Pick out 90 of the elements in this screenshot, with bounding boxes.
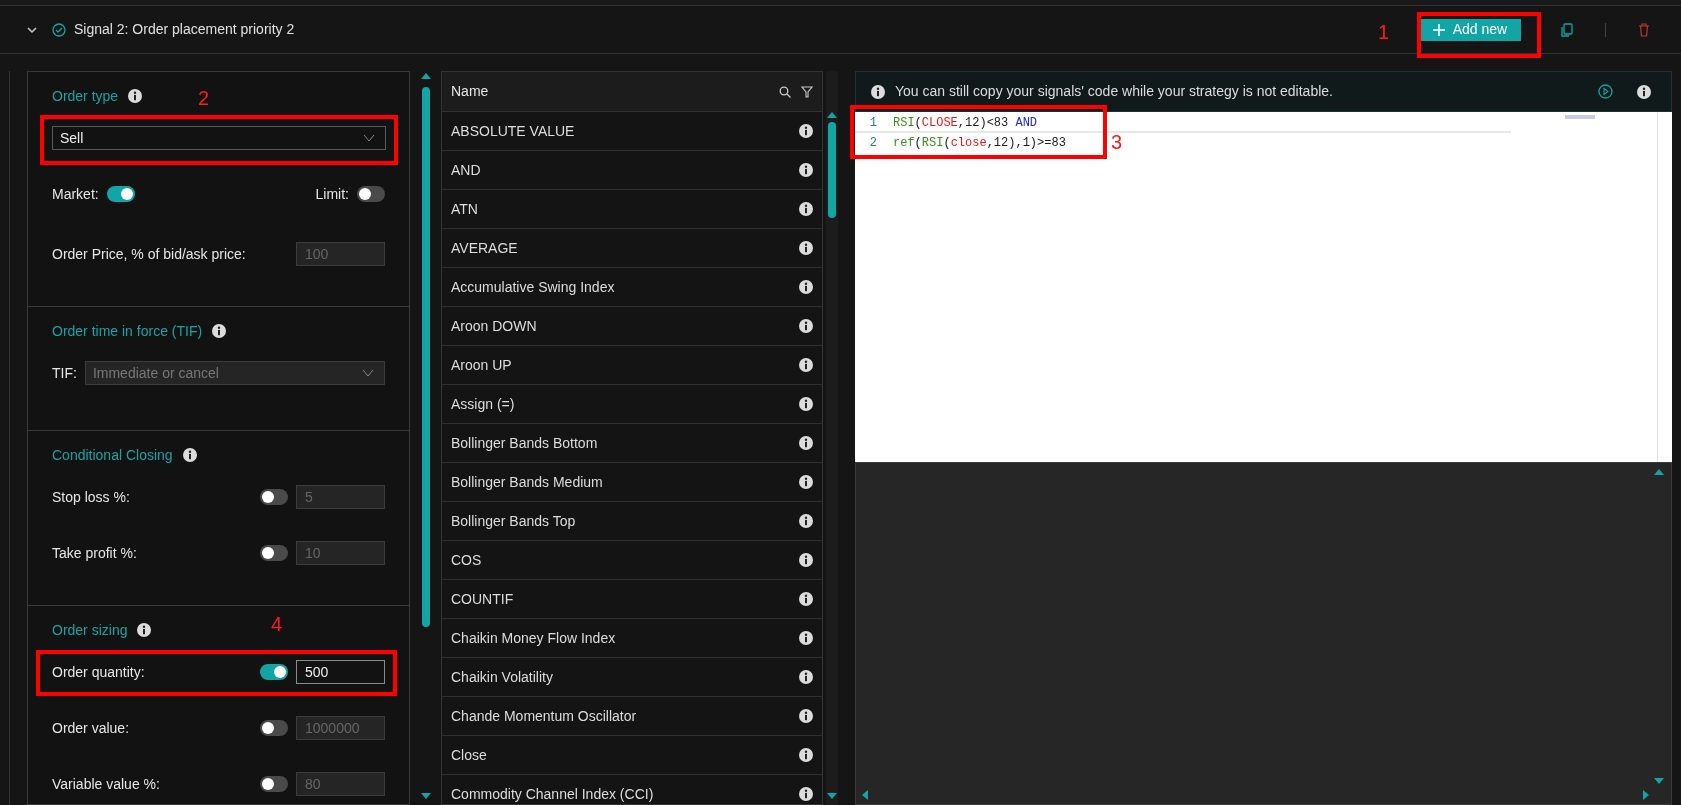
scroll-up-icon[interactable] <box>421 73 431 79</box>
function-name[interactable]: ABSOLUTE VALUE <box>451 120 799 142</box>
check-circle-icon <box>52 22 66 37</box>
field-label: Stop loss %: <box>52 487 131 507</box>
dropdown[interactable]: Sell <box>52 126 386 150</box>
info-icon[interactable] <box>799 163 813 177</box>
plus-icon <box>1432 23 1445 36</box>
scroll-up-icon[interactable] <box>827 112 837 118</box>
function-name[interactable]: COUNTIF <box>451 588 799 610</box>
info-icon[interactable] <box>799 553 813 567</box>
scroll-up-icon[interactable] <box>1654 469 1664 475</box>
scroll-left-icon[interactable] <box>862 790 868 800</box>
play-icon[interactable] <box>1598 84 1613 99</box>
signal-title: Signal 2: Order placement priority 2 <box>74 20 295 39</box>
chevron-down-icon <box>363 134 375 142</box>
line-number: 2 <box>868 134 878 152</box>
scroll-down-icon[interactable] <box>1654 778 1664 784</box>
function-name[interactable]: COS <box>451 549 799 571</box>
line-number: 1 <box>868 114 878 132</box>
function-name[interactable]: Aroon DOWN <box>451 315 799 337</box>
info-icon[interactable] <box>799 670 813 684</box>
input-field[interactable]: 500 <box>296 660 385 684</box>
function-name[interactable]: Commodity Channel Index (CCI) <box>451 783 799 804</box>
scroll-down-icon[interactable] <box>827 793 837 799</box>
search-icon[interactable] <box>779 85 791 98</box>
function-name[interactable]: Chaikin Money Flow Index <box>451 627 799 649</box>
info-icon[interactable] <box>799 748 813 762</box>
scrollbar-thumb[interactable] <box>422 87 430 627</box>
section-title: Order sizing <box>52 620 128 640</box>
info-icon[interactable] <box>799 358 813 372</box>
minimap <box>1565 115 1595 119</box>
function-name[interactable]: Accumulative Swing Index <box>451 276 799 298</box>
annotation-number: 2 <box>198 86 210 110</box>
function-name[interactable]: Close <box>451 744 799 766</box>
function-name[interactable]: Bollinger Bands Medium <box>451 471 799 493</box>
info-icon[interactable] <box>212 324 227 338</box>
notice-text: You can still copy your signals' code while your strategy is not editable. <box>895 82 1334 101</box>
annotation-number: 4 <box>271 612 283 636</box>
field-label: Order quantity: <box>52 662 146 682</box>
toggle-switch[interactable] <box>260 664 288 680</box>
info-icon[interactable] <box>137 623 152 637</box>
function-name[interactable]: Aroon UP <box>451 354 799 376</box>
toggle-label: Market: <box>52 184 99 204</box>
info-icon[interactable] <box>799 124 813 138</box>
info-icon[interactable] <box>799 514 813 528</box>
info-icon[interactable] <box>799 319 813 333</box>
info-icon[interactable] <box>128 89 143 103</box>
field-label: Order value: <box>52 718 131 738</box>
field-label: Variable value %: <box>52 774 161 794</box>
section-title: Order time in force (TIF) <box>52 321 203 341</box>
function-name[interactable]: Assign (=) <box>451 393 799 415</box>
field-label: Order Price, % of bid/ask price: <box>52 244 246 264</box>
function-name[interactable]: ATN <box>451 198 799 220</box>
chevron-down-icon <box>362 369 374 377</box>
scroll-right-icon[interactable] <box>1643 790 1649 800</box>
info-icon[interactable] <box>799 280 813 294</box>
info-icon[interactable] <box>1637 84 1651 99</box>
info-icon[interactable] <box>799 436 813 450</box>
info-icon[interactable] <box>182 448 197 462</box>
info-icon[interactable] <box>799 787 813 801</box>
toggle-label: Limit: <box>315 184 349 204</box>
field-label: TIF: <box>52 363 77 383</box>
info-icon[interactable] <box>799 592 813 606</box>
scrollbar-thumb[interactable] <box>828 122 836 218</box>
trash-icon[interactable] <box>1638 22 1650 37</box>
function-name[interactable]: Chaikin Volatility <box>451 666 799 688</box>
function-name[interactable]: Bollinger Bands Top <box>451 510 799 532</box>
annotation-number: 1 <box>1378 20 1390 44</box>
field-label: Take profit %: <box>52 543 138 563</box>
info-icon[interactable] <box>871 84 885 99</box>
toggle-switch[interactable] <box>106 186 135 202</box>
info-icon[interactable] <box>799 631 813 645</box>
function-name[interactable]: AVERAGE <box>451 237 799 259</box>
function-name[interactable]: Chande Momentum Oscillator <box>451 705 799 727</box>
section-title: Conditional Closing <box>52 445 173 465</box>
function-name[interactable]: Bollinger Bands Bottom <box>451 432 799 454</box>
annotation-number: 3 <box>1111 130 1123 154</box>
function-name[interactable]: AND <box>451 159 799 181</box>
section-title: Order type <box>52 86 119 106</box>
info-icon[interactable] <box>799 709 813 723</box>
scroll-down-icon[interactable] <box>421 793 431 799</box>
info-icon[interactable] <box>799 397 813 411</box>
toggle-switch[interactable] <box>357 186 385 202</box>
code-line: RSI(CLOSE,12)<83 AND <box>893 114 1038 132</box>
copy-icon[interactable] <box>1561 22 1573 37</box>
filter-icon[interactable] <box>801 85 813 98</box>
code-line: ref(RSI(close,12),1)>=83 <box>893 134 1066 152</box>
info-icon[interactable] <box>799 202 813 216</box>
info-icon[interactable] <box>799 241 813 255</box>
info-icon[interactable] <box>799 475 813 489</box>
